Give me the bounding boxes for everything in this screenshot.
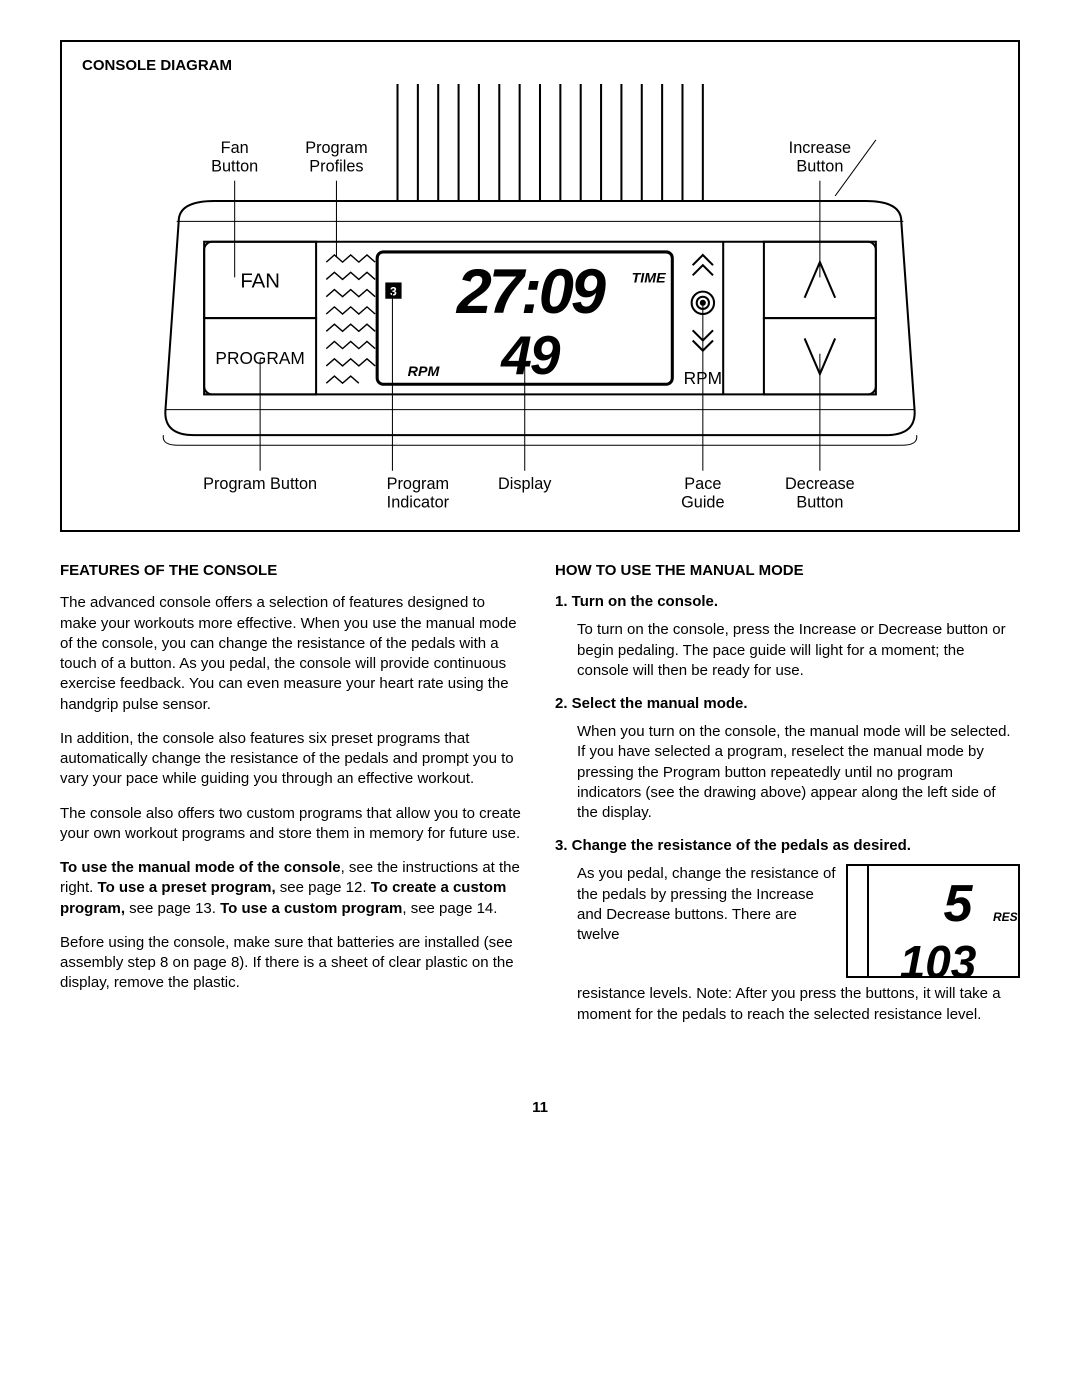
resist-figure: 5 RESIST. 103 <box>846 864 1020 978</box>
svg-text:Profiles: Profiles <box>309 158 363 176</box>
step1-title: 1. Turn on the console. <box>555 593 1020 610</box>
step3-title: 3. Change the resistance of the pedals a… <box>555 837 1020 854</box>
svg-text:Button: Button <box>211 158 258 176</box>
display-time: 27:09 <box>456 257 606 327</box>
resist-label: RESIST. <box>993 910 1018 924</box>
step2-text: When you turn on the console, the manual… <box>577 722 1020 823</box>
resist-value: 5 <box>944 875 974 933</box>
svg-text:Increase: Increase <box>789 139 851 157</box>
right-column: HOW TO USE THE MANUAL MODE 1. Turn on th… <box>555 562 1020 1039</box>
svg-text:Guide: Guide <box>681 493 724 511</box>
features-p4: To use the manual mode of the console, s… <box>60 858 525 919</box>
step3-text-b: resistance levels. Note: After you press… <box>577 984 1020 1025</box>
rpm-small-label: RPM <box>408 364 441 380</box>
features-p5: Before using the console, make sure that… <box>60 933 525 994</box>
svg-text:Fan: Fan <box>221 139 249 157</box>
fan-button-label: FAN <box>240 271 280 293</box>
features-heading: FEATURES OF THE CONSOLE <box>60 562 525 579</box>
features-p3: The console also offers two custom progr… <box>60 804 525 845</box>
console-diagram: FAN PROGRAM 3 27:09 49 TIME RPM <box>82 84 998 515</box>
step2-block: When you turn on the console, the manual… <box>555 722 1020 823</box>
svg-text:Display: Display <box>498 475 552 493</box>
features-p2: In addition, the console also features s… <box>60 729 525 790</box>
step3-block: 5 RESIST. 103 As you pedal, change the r… <box>555 864 1020 1025</box>
diagram-title: CONSOLE DIAGRAM <box>82 57 998 74</box>
display-rpm: 49 <box>500 324 561 386</box>
step1-text: To turn on the console, press the Increa… <box>577 620 1020 681</box>
svg-text:Indicator: Indicator <box>387 493 450 511</box>
time-small-label: TIME <box>632 270 667 286</box>
features-p1: The advanced console offers a selection … <box>60 593 525 715</box>
left-column: FEATURES OF THE CONSOLE The advanced con… <box>60 562 525 1039</box>
body-columns: FEATURES OF THE CONSOLE The advanced con… <box>60 562 1020 1039</box>
page-number: 11 <box>60 1099 1020 1116</box>
svg-text:Program: Program <box>305 139 367 157</box>
manual-heading: HOW TO USE THE MANUAL MODE <box>555 562 1020 579</box>
step1-block: To turn on the console, press the Increa… <box>555 620 1020 681</box>
svg-text:Program: Program <box>387 475 449 493</box>
level-indicator: 3 <box>390 285 397 299</box>
svg-text:Program Button: Program Button <box>203 475 317 493</box>
svg-text:Button: Button <box>796 493 843 511</box>
resist-secondary: 103 <box>900 936 977 976</box>
step2-title: 2. Select the manual mode. <box>555 695 1020 712</box>
svg-text:Button: Button <box>796 158 843 176</box>
svg-text:Pace: Pace <box>684 475 721 493</box>
console-diagram-box: CONSOLE DIAGRAM <box>60 40 1020 532</box>
svg-text:Decrease: Decrease <box>785 475 855 493</box>
